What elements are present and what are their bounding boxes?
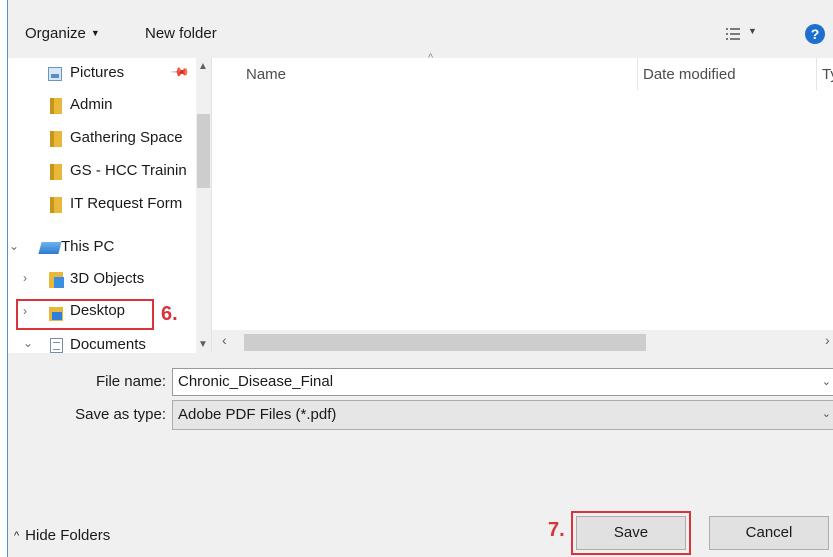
3d-objects-icon — [49, 272, 64, 288]
column-header-name[interactable]: Name — [246, 66, 286, 83]
nav-item-gathering-space[interactable]: Gathering Space — [8, 123, 196, 153]
view-details-icon — [726, 27, 740, 41]
nav-item-documents[interactable]: ⌄ Documents — [8, 331, 196, 353]
scrollbar-thumb[interactable] — [197, 114, 210, 188]
save-as-type-label: Save as type: — [75, 406, 166, 423]
save-as-type-value: Adobe PDF Files (*.pdf) — [178, 406, 337, 423]
cancel-button[interactable]: Cancel — [709, 516, 829, 550]
scrollbar-thumb[interactable] — [244, 334, 646, 351]
nav-item-label: Documents — [70, 336, 146, 353]
chevron-right-icon[interactable]: › — [23, 271, 27, 285]
save-form: File name: Chronic_Disease_Final ⌄ Save … — [8, 353, 833, 557]
column-divider[interactable] — [816, 58, 817, 90]
nav-item-label: This PC — [61, 238, 115, 255]
navigation-pane[interactable]: Pictures 📌 Admin Gathering Space GS - HC… — [8, 58, 211, 353]
step-7-label: 7. — [548, 519, 565, 541]
organize-label: Organize — [25, 25, 86, 42]
toolbar: Organize ▼ New folder ▼ ? — [8, 0, 833, 58]
step-6-label: 6. — [161, 303, 178, 325]
chevron-down-icon: ▼ — [748, 26, 757, 36]
scroll-right-icon[interactable]: › — [825, 332, 830, 348]
nav-item-it-request-form[interactable]: IT Request Form — [8, 189, 196, 219]
save-dialog: Organize ▼ New folder ▼ ? Pictures 📌 Admi… — [7, 0, 833, 557]
file-list[interactable]: ^ Name Date modified Ty ‹ › — [211, 52, 833, 353]
column-header-date-modified[interactable]: Date modified — [643, 66, 736, 83]
chevron-down-icon: ▼ — [90, 28, 100, 38]
file-name-label: File name: — [95, 373, 166, 390]
save-button[interactable]: Save — [571, 511, 691, 555]
hide-folders-button[interactable]: ^ Hide Folders — [14, 527, 110, 544]
nav-item-gs-hcc-training[interactable]: GS - HCC Trainin — [8, 156, 196, 186]
horizontal-scrollbar[interactable]: ‹ › — [212, 330, 833, 353]
folder-icon — [50, 197, 62, 213]
pin-icon: 📌 — [170, 61, 191, 83]
organize-menu[interactable]: Organize ▼ — [25, 25, 100, 42]
nav-item-label: GS - HCC Trainin — [70, 162, 187, 179]
chevron-up-icon: ^ — [14, 530, 20, 542]
documents-icon — [50, 338, 63, 353]
save-as-type-select[interactable]: Adobe PDF Files (*.pdf) ⌄ — [172, 400, 833, 430]
sort-ascending-icon: ^ — [428, 52, 434, 64]
chevron-down-icon[interactable]: ⌄ — [822, 375, 831, 388]
pictures-icon — [48, 67, 62, 81]
nav-item-this-pc[interactable]: ⌄ This PC — [8, 232, 196, 262]
chevron-down-icon[interactable]: ⌄ — [23, 336, 33, 350]
column-header-type[interactable]: Ty — [822, 66, 833, 83]
new-folder-button[interactable]: New folder — [145, 25, 217, 42]
nav-scrollbar[interactable]: ▲ ▼ — [196, 58, 211, 353]
nav-item-label: IT Request Form — [70, 195, 183, 212]
folder-icon — [50, 131, 62, 147]
nav-item-pictures[interactable]: Pictures 📌 — [8, 58, 196, 88]
nav-item-label: 3D Objects — [70, 270, 145, 287]
file-name-input[interactable]: Chronic_Disease_Final ⌄ — [172, 368, 833, 396]
folder-icon — [50, 98, 62, 114]
nav-item-label: Gathering Space — [70, 129, 183, 146]
scroll-up-icon[interactable]: ▲ — [198, 61, 208, 72]
scroll-left-icon[interactable]: ‹ — [222, 332, 227, 348]
file-name-value: Chronic_Disease_Final — [178, 373, 334, 390]
change-view-button[interactable]: ▼ — [726, 26, 760, 43]
chevron-down-icon[interactable]: ⌄ — [9, 239, 19, 253]
scroll-down-icon[interactable]: ▼ — [198, 339, 208, 350]
nav-item-label: Pictures — [70, 64, 125, 81]
hide-folders-label: Hide Folders — [25, 527, 111, 544]
help-button[interactable]: ? — [805, 24, 825, 44]
column-divider[interactable] — [637, 58, 638, 90]
nav-item-label: Admin — [70, 96, 113, 113]
folder-icon — [50, 164, 62, 180]
computer-icon — [38, 242, 62, 254]
chevron-down-icon: ⌄ — [821, 408, 831, 420]
nav-item-admin[interactable]: Admin — [8, 90, 196, 120]
nav-item-3d-objects[interactable]: › 3D Objects — [8, 264, 196, 294]
desktop-highlight-box — [16, 299, 154, 330]
